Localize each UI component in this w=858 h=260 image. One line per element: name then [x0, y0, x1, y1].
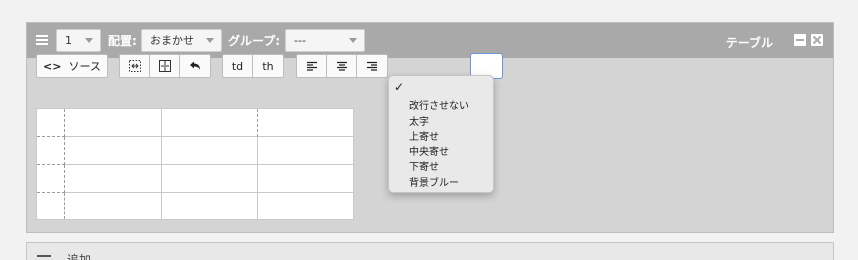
- table-cell[interactable]: [162, 193, 258, 219]
- source-button-label: ソース: [68, 60, 101, 73]
- count-select-value: 1: [65, 34, 72, 47]
- align-left-button[interactable]: [297, 55, 327, 77]
- chevron-down-icon: [206, 38, 214, 43]
- cell-type-group: td th: [222, 54, 284, 78]
- table-cell[interactable]: [65, 109, 162, 137]
- add-panel-label: 追加: [67, 253, 92, 260]
- dropdown-item-valign-middle[interactable]: 中央寄せ: [409, 143, 449, 158]
- table-cell[interactable]: [162, 137, 258, 165]
- align-group: [296, 54, 388, 78]
- table-cell[interactable]: [162, 165, 258, 193]
- merge-cells-button[interactable]: [120, 55, 150, 77]
- undo-arrow-icon: [190, 61, 200, 70]
- table-grid[interactable]: [36, 108, 354, 220]
- align-center-icon: [336, 61, 347, 71]
- align-center-button[interactable]: [327, 55, 357, 77]
- add-panel[interactable]: 追加: [26, 242, 834, 260]
- cell-style-dropdown: ✓ 改行させない 太字 上寄せ 中央寄せ 下寄せ 背景ブルー: [388, 75, 494, 193]
- dropdown-item-valign-bottom[interactable]: 下寄せ: [409, 158, 439, 173]
- table-cell[interactable]: [258, 109, 354, 137]
- table-cell[interactable]: [65, 137, 162, 165]
- table-cell[interactable]: [37, 165, 65, 193]
- align-right-icon: [367, 61, 377, 71]
- table-cell[interactable]: [258, 137, 354, 165]
- group-select-value: ---: [294, 34, 306, 47]
- table-cell[interactable]: [258, 165, 354, 193]
- table-cell[interactable]: [37, 109, 65, 137]
- undo-button[interactable]: [180, 55, 210, 77]
- placement-select-value: おまかせ: [150, 34, 194, 47]
- align-left-icon: [306, 61, 317, 71]
- table-cell[interactable]: [162, 109, 258, 137]
- group-select[interactable]: ---: [285, 29, 365, 52]
- split-cells-icon: [158, 60, 171, 72]
- table-cell[interactable]: [65, 193, 162, 219]
- align-right-button[interactable]: [357, 55, 387, 77]
- table-cell[interactable]: [37, 193, 65, 219]
- code-icon: <>: [43, 59, 62, 73]
- checkmark-icon: ✓: [394, 80, 405, 94]
- dropdown-item-bg-blue[interactable]: 背景ブルー: [409, 174, 459, 189]
- dropdown-item-valign-top[interactable]: 上寄せ: [409, 128, 439, 143]
- dropdown-item-bold[interactable]: 太字: [409, 113, 429, 128]
- minus-icon: [37, 255, 51, 257]
- table-cell[interactable]: [258, 193, 354, 219]
- merge-cells-icon: [128, 60, 141, 72]
- block-title: テーブル: [725, 36, 773, 50]
- cell-merge-group: [119, 54, 211, 78]
- table-cell[interactable]: [37, 137, 65, 165]
- source-button[interactable]: <> ソース: [36, 54, 108, 78]
- drag-handle-icon[interactable]: [36, 35, 48, 46]
- close-icon[interactable]: [811, 34, 823, 46]
- td-button[interactable]: td: [223, 55, 253, 77]
- placement-label: 配置:: [108, 34, 137, 48]
- th-button[interactable]: th: [253, 55, 283, 77]
- dropdown-item-nowrap[interactable]: 改行させない: [409, 97, 469, 112]
- count-select[interactable]: 1: [56, 29, 101, 52]
- group-label: グループ:: [228, 34, 281, 48]
- placement-select[interactable]: おまかせ: [141, 29, 222, 52]
- chevron-down-icon: [349, 38, 357, 43]
- table-cell[interactable]: [65, 165, 162, 193]
- minimize-icon[interactable]: [794, 34, 806, 46]
- chevron-down-icon: [85, 38, 93, 43]
- panel-header: 1 配置: おまかせ グループ: --- テーブル: [27, 23, 833, 58]
- split-cells-button[interactable]: [150, 55, 180, 77]
